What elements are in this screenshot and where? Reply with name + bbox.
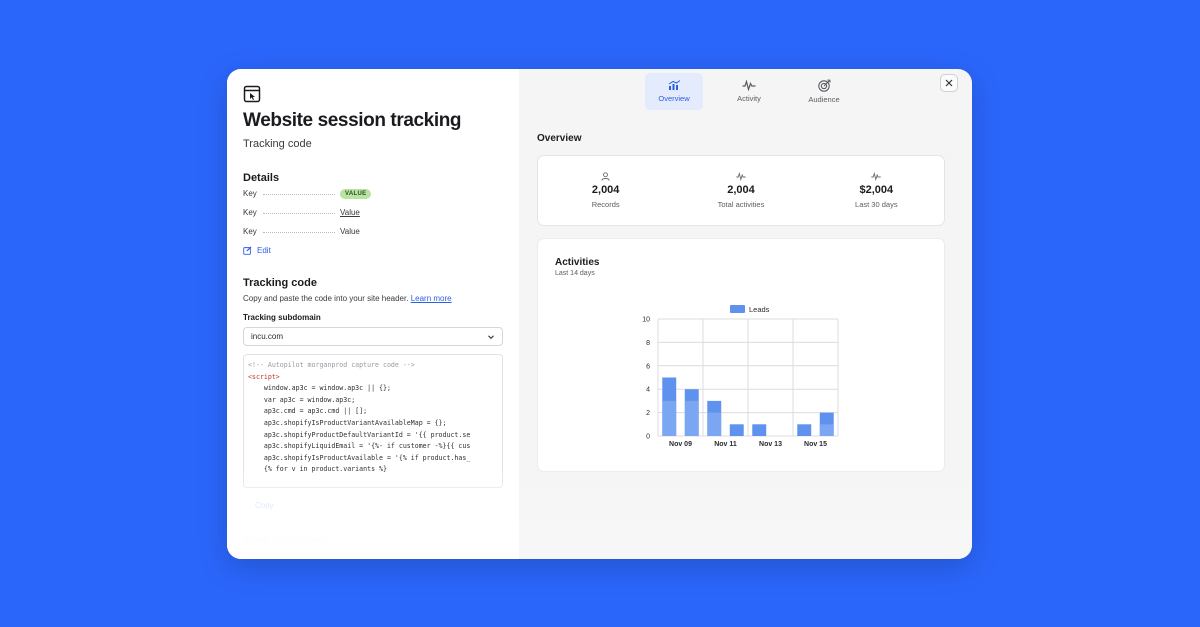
subdomain-select[interactable]: incu.com [243,327,503,346]
details-panel: Website session tracking Tracking code D… [227,69,519,559]
bar-segment [684,400,699,436]
bar-segment [707,412,722,436]
chart-icon [668,80,680,90]
tab-overview[interactable]: Overview [645,73,703,110]
overview-panel: Overview Activity Audience Overview 2,00… [519,69,972,559]
code-line: ap3c.shopifyIsProductVariantAvailableMap… [248,418,447,427]
tab-label: Audience [808,95,840,104]
stat-label: Records [591,200,620,209]
stat-label: Last 30 days [855,200,898,209]
learn-more-link[interactable]: Learn more [411,294,452,303]
page-subtitle: Tracking code [243,138,312,150]
chevron-down-icon [488,334,494,339]
detail-key: Key [243,208,257,217]
detail-row: Key VALUE [243,184,503,203]
scroll-fade [519,474,972,559]
bar-segment [662,400,677,436]
y-tick-label: 8 [646,340,650,347]
email-instructions-heading: Email instructions [243,535,330,546]
tab-activity[interactable]: Activity [720,73,778,110]
y-tick-label: 6 [646,363,650,370]
detail-row: Key Value [243,203,503,222]
code-line: window.ap3c = window.ap3c || {}; [248,384,391,393]
target-icon [817,79,831,92]
edit-icon [243,246,252,255]
activity-icon [871,172,882,181]
legend-label: Leads [749,305,770,314]
status-badge: VALUE [340,188,372,199]
stat-value: 2,004 [591,184,620,196]
y-tick-label: 0 [646,434,650,441]
tracking-description: Copy and paste the code into your site h… [243,294,503,303]
stat-value: $2,004 [859,184,894,196]
code-line: var ap3c = window.ap3c; [248,395,356,404]
stat-records: 2,004 Records [546,172,666,209]
close-button[interactable] [940,74,958,92]
subdomain-label: Tracking subdomain [243,313,321,322]
detail-value: Value [340,227,360,236]
copy-button[interactable]: Copy [243,498,286,513]
code-line: ap3c.shopifyIsProductAvailable = '{% if … [248,453,471,462]
page-title: Website session tracking [243,110,462,131]
stat-last-30-days: $2,004 Last 30 days [816,172,936,209]
activities-card: Activities Last 14 days 0 2 4 6 8 10 Nov 09 Nov… [537,238,945,472]
tracking-modal: Website session tracking Tracking code D… [227,69,972,559]
x-tick-label: Nov 13 [759,441,782,448]
code-line: <script> [248,372,280,381]
y-tick-label: 4 [646,387,650,394]
code-line: <!-- Autopilot morganprod capture code -… [248,361,415,369]
detail-key: Key [243,189,257,198]
stat-total-activities: 2,004 Total activities [681,172,801,209]
code-line: ap3c.shopifyLiquidEmail = '{%- if custom… [248,442,471,451]
leader-dots [263,213,335,214]
y-tick-label: 10 [642,317,650,324]
stat-label: Total activities [717,200,765,209]
tracking-heading: Tracking code [243,277,317,289]
edit-label: Edit [257,246,271,255]
subdomain-value: incu.com [251,332,284,341]
code-line: {% for v in product.variants %} [248,465,387,474]
stats-card: 2,004 Records 2,004 Total activities $2,… [537,155,945,226]
bar-segment [819,424,834,436]
bar [752,424,767,436]
x-tick-label: Nov 11 [714,441,737,448]
x-tick-label: Nov 15 [804,441,827,448]
code-line: ap3c.shopifyProductDefaultVariantId = '{… [248,430,471,439]
x-tick-label: Nov 09 [669,441,692,448]
activity-icon [736,172,746,181]
detail-value-link[interactable]: Value [340,208,360,217]
legend-swatch [730,305,745,313]
tab-bar: Overview Activity Audience [645,73,853,110]
detail-row: Key Value [243,222,503,241]
description-text: Copy and paste the code into your site h… [243,294,409,303]
detail-key: Key [243,227,257,236]
tracking-code-block[interactable]: <!-- Autopilot morganprod capture code -… [243,354,503,488]
bar [797,424,812,436]
stat-value: 2,004 [727,184,755,196]
y-tick-label: 2 [646,410,650,417]
leader-dots [263,232,335,233]
bar [729,424,744,436]
leader-dots [263,194,335,195]
activity-icon [742,80,756,91]
person-icon [601,172,610,181]
browser-cursor-icon [243,85,261,103]
tab-label: Overview [658,94,690,103]
details-heading: Details [243,172,280,184]
overview-heading: Overview [537,133,582,144]
code-line: ap3c.cmd = ap3c.cmd || []; [248,407,368,416]
edit-button[interactable]: Edit [243,246,503,255]
tab-label: Activity [737,94,761,103]
tab-audience[interactable]: Audience [795,73,853,110]
activities-bar-chart: 0 2 4 6 8 10 Nov 09 Nov 11 Nov 13 Nov 15 Leads [642,305,839,448]
close-icon [945,79,953,87]
